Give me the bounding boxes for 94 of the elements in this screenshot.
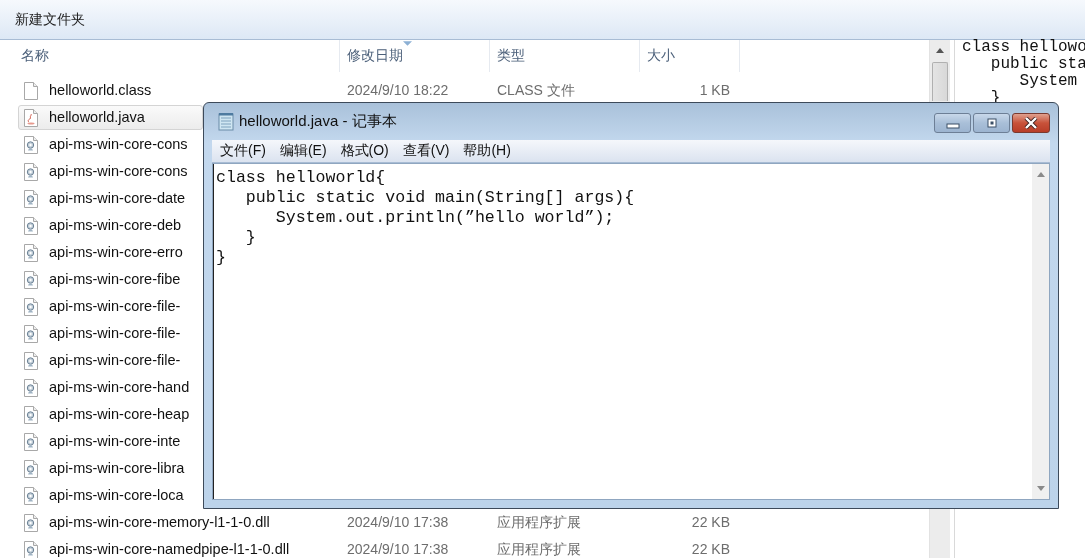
window-title: helloworld.java - 记事本: [239, 112, 398, 131]
menu-item[interactable]: 编辑(E): [279, 142, 327, 160]
file-name: helloworld.class: [49, 83, 152, 98]
file-size: 1 KB: [699, 83, 730, 98]
gear-file-icon: [24, 324, 38, 343]
scroll-thumb[interactable]: [932, 62, 948, 101]
file-item[interactable]: helloworld.java: [18, 105, 203, 130]
file-item[interactable]: api-ms-win-core-file-: [18, 321, 203, 346]
file-item[interactable]: api-ms-win-core-loca: [18, 483, 203, 508]
file-name: api-ms-win-core-libra: [49, 461, 185, 476]
file-size: 22 KB: [691, 515, 730, 530]
file-item[interactable]: helloworld.class: [18, 78, 203, 103]
code-line: System.out.println(”hello world”);: [274, 208, 616, 228]
file-item[interactable]: api-ms-win-core-cons: [18, 159, 203, 184]
file-name: api-ms-win-core-heap: [49, 407, 190, 422]
modified-date: 2024/9/10 17:38: [347, 515, 449, 530]
file-item[interactable]: api-ms-win-core-deb: [18, 213, 203, 238]
file-item[interactable]: api-ms-win-core-inte: [18, 429, 203, 454]
file-name: api-ms-win-core-loca: [49, 488, 184, 503]
file-name: api-ms-win-core-file-: [49, 353, 181, 368]
file-item[interactable]: api-ms-win-core-libra: [18, 456, 203, 481]
gear-file-icon: [24, 297, 38, 316]
file-item[interactable]: api-ms-win-core-memory-l1-1-0.dll: [18, 510, 271, 535]
file-name: api-ms-win-core-date: [49, 191, 186, 206]
minimize-icon: [945, 122, 960, 129]
file-item[interactable]: api-ms-win-core-fibe: [18, 267, 203, 292]
minimize-button[interactable]: [934, 113, 971, 133]
column-header[interactable]: 修改日期: [340, 40, 490, 72]
file-item[interactable]: api-ms-win-core-hand: [18, 375, 203, 400]
code-line: class helloworld{: [216, 168, 387, 188]
column-header[interactable]: 类型: [490, 40, 640, 72]
gear-file-icon: [24, 513, 38, 532]
modified-date: 2024/9/10 17:38: [347, 542, 449, 557]
gear-file-icon: [24, 378, 38, 397]
gear-file-icon: [24, 162, 38, 181]
preview-code-line: System: [1018, 73, 1079, 90]
file-item[interactable]: api-ms-win-core-date: [18, 186, 203, 211]
gear-file-icon: [24, 243, 38, 262]
gear-file-icon: [24, 432, 38, 451]
file-item[interactable]: api-ms-win-core-namedpipe-l1-1-0.dll: [18, 537, 291, 558]
gear-file-icon: [24, 459, 38, 478]
code-line: }: [216, 248, 227, 268]
file-name: api-ms-win-core-inte: [49, 434, 181, 449]
file-item[interactable]: api-ms-win-core-erro: [18, 240, 203, 265]
file-name: api-ms-win-core-file-: [49, 326, 181, 341]
column-header[interactable]: 名称: [0, 40, 340, 72]
file-name: api-ms-win-core-erro: [49, 245, 183, 260]
close-button[interactable]: [1012, 113, 1050, 133]
code-line: public static void main(String[] args){: [244, 188, 636, 208]
file-name: api-ms-win-core-deb: [49, 218, 182, 233]
file-name: api-ms-win-core-cons: [49, 164, 188, 179]
folder-title: 新建文件夹: [15, 10, 85, 29]
menu-item[interactable]: 帮助(H): [463, 142, 511, 160]
file-icon: [24, 81, 38, 100]
column-header[interactable]: 大小: [640, 40, 740, 72]
menu-item[interactable]: 查看(V): [402, 142, 450, 160]
java-file-icon: [24, 108, 38, 127]
gear-file-icon: [24, 135, 38, 154]
file-name: api-ms-win-core-cons: [49, 137, 188, 152]
file-type: 应用程序扩展: [497, 542, 581, 557]
file-item[interactable]: api-ms-win-core-cons: [18, 132, 203, 157]
code-line: }: [244, 228, 257, 248]
file-name: api-ms-win-core-file-: [49, 299, 181, 314]
gear-file-icon: [24, 189, 38, 208]
modified-date: 2024/9/10 18:22: [347, 83, 449, 98]
gear-file-icon: [24, 270, 38, 289]
file-name: api-ms-win-core-fibe: [49, 272, 181, 287]
up-arrow-icon: [936, 47, 944, 53]
gear-file-icon: [24, 486, 38, 505]
maximize-icon: [986, 118, 997, 128]
file-name: api-ms-win-core-hand: [49, 380, 190, 395]
scrollbar[interactable]: [929, 40, 950, 102]
notepad-icon: [218, 112, 234, 131]
up-arrow-icon[interactable]: [1036, 172, 1045, 177]
file-item[interactable]: api-ms-win-core-file-: [18, 348, 203, 373]
file-size: 22 KB: [691, 542, 730, 557]
close-icon: [1024, 117, 1038, 129]
file-type: CLASS 文件: [497, 83, 575, 98]
gear-file-icon: [24, 405, 38, 424]
down-arrow-icon[interactable]: [1036, 486, 1045, 491]
file-item[interactable]: api-ms-win-core-file-: [18, 294, 203, 319]
maximize-button[interactable]: [973, 113, 1010, 133]
gear-file-icon: [24, 216, 38, 235]
scrollbar[interactable]: [1032, 164, 1049, 499]
file-type: 应用程序扩展: [497, 515, 581, 530]
scroll-track[interactable]: [929, 509, 950, 558]
file-name: api-ms-win-core-memory-l1-1-0.dll: [49, 515, 270, 530]
menu-item[interactable]: 文件(F): [220, 142, 266, 160]
preview-code-line: class hellowo: [962, 39, 1085, 56]
file-item[interactable]: api-ms-win-core-heap: [18, 402, 203, 427]
menu-item[interactable]: 格式(O): [340, 142, 389, 160]
gear-file-icon: [24, 351, 38, 370]
file-name: helloworld.java: [49, 110, 145, 125]
file-name: api-ms-win-core-namedpipe-l1-1-0.dll: [49, 542, 290, 557]
